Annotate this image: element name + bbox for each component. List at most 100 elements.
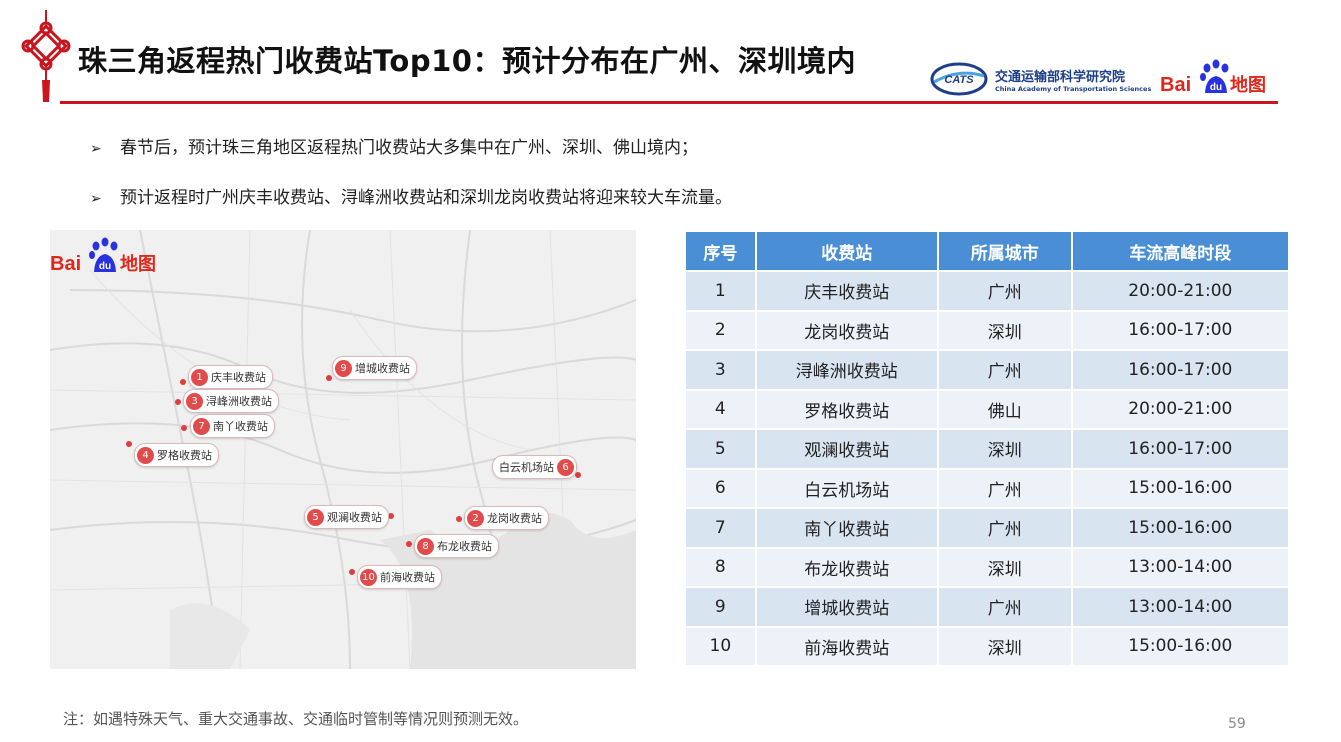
table-row: 10 前海收费站 深圳 15:00-16:00: [684, 625, 1291, 667]
marker-label: 观澜收费站: [327, 511, 382, 524]
station-dot: [575, 472, 581, 478]
cell-station: 罗格收费站: [754, 388, 939, 430]
cell-peak-time: 16:00-17:00: [1070, 349, 1291, 391]
cell-rank: 1: [684, 270, 757, 312]
header-city: 所属城市: [936, 230, 1073, 272]
cell-station: 观澜收费站: [754, 428, 939, 470]
cell-station: 前海收费站: [754, 625, 939, 667]
cell-peak-time: 16:00-17:00: [1070, 309, 1291, 351]
table-row: 1 庆丰收费站 广州 20:00-21:00: [684, 270, 1291, 312]
marker-label: 浔峰洲收费站: [206, 395, 272, 408]
station-dot: [175, 399, 181, 405]
svg-text:地图: 地图: [1230, 74, 1266, 96]
cell-city: 广州: [936, 586, 1073, 628]
table-row: 5 观澜收费站 深圳 16:00-17:00: [684, 428, 1291, 470]
marker-number: 8: [417, 537, 434, 555]
map-marker-1[interactable]: 1 庆丰收费站: [188, 365, 273, 389]
table-row: 8 布龙收费站 深圳 13:00-14:00: [684, 546, 1291, 588]
cell-station: 南丫收费站: [754, 507, 939, 549]
cell-rank: 3: [684, 349, 757, 391]
cell-rank: 8: [684, 546, 757, 588]
marker-number: 9: [335, 359, 352, 377]
cell-station: 龙岗收费站: [754, 309, 939, 351]
station-dot: [326, 375, 332, 381]
table-row: 9 增城收费站 广州 13:00-14:00: [684, 586, 1291, 628]
cell-city: 深圳: [936, 546, 1073, 588]
table-header-row: 序号 收费站 所属城市 车流高峰时段: [684, 230, 1291, 272]
marker-label: 罗格收费站: [157, 449, 212, 462]
marker-number: 4: [137, 446, 154, 464]
cell-rank: 7: [684, 507, 757, 549]
station-dot: [456, 516, 462, 522]
bullet-item: ➢ 预计返程时广州庆丰收费站、浔峰洲收费站和深圳龙岗收费站将迎来较大车流量。: [90, 188, 732, 208]
cell-city: 广州: [936, 467, 1073, 509]
cell-city: 深圳: [936, 309, 1073, 351]
map-marker-10[interactable]: 10 前海收费站: [357, 565, 442, 589]
station-dot: [181, 425, 187, 431]
cell-station: 浔峰洲收费站: [754, 349, 939, 391]
svg-text:Bai: Bai: [50, 253, 81, 275]
cell-city: 广州: [936, 270, 1073, 312]
cats-logo-icon: CATS: [930, 62, 988, 96]
marker-number: 3: [186, 392, 203, 410]
table-row: 2 龙岗收费站 深圳 16:00-17:00: [684, 309, 1291, 351]
svg-text:du: du: [1210, 82, 1222, 93]
marker-label: 增城收费站: [355, 362, 410, 375]
bullet-arrow-icon: ➢: [90, 141, 102, 157]
station-dot: [126, 441, 132, 447]
footnote: 注：如遇特殊天气、重大交通事故、交通临时管制等情况则预测无效。: [63, 710, 529, 728]
baidu-map-logo: Bai du 地图: [1160, 59, 1266, 96]
cell-peak-time: 13:00-14:00: [1070, 586, 1291, 628]
page-number: 59: [1228, 716, 1246, 732]
chinese-knot-icon: [21, 10, 71, 102]
cell-station: 布龙收费站: [754, 546, 939, 588]
cell-peak-time: 20:00-21:00: [1070, 388, 1291, 430]
cell-peak-time: 15:00-16:00: [1070, 625, 1291, 667]
svg-text:du: du: [99, 261, 111, 272]
table-row: 4 罗格收费站 佛山 20:00-21:00: [684, 388, 1291, 430]
header-rank: 序号: [684, 230, 757, 272]
cell-station: 增城收费站: [754, 586, 939, 628]
table-row: 3 浔峰洲收费站 广州 16:00-17:00: [684, 349, 1291, 391]
org-name-en: China Academy of Transportation Sciences: [995, 85, 1152, 93]
cell-city: 广州: [936, 349, 1073, 391]
cell-station: 白云机场站: [754, 467, 939, 509]
header-peak-time: 车流高峰时段: [1070, 230, 1291, 272]
cell-peak-time: 20:00-21:00: [1070, 270, 1291, 312]
cell-city: 广州: [936, 507, 1073, 549]
cell-city: 佛山: [936, 388, 1073, 430]
marker-label: 白云机场站: [499, 461, 554, 474]
marker-number: 5: [307, 508, 324, 526]
map-marker-3[interactable]: 3 浔峰洲收费站: [183, 389, 279, 413]
svg-text:CATS: CATS: [944, 74, 974, 86]
map-marker-6[interactable]: 白云机场站 6: [492, 455, 577, 479]
page-title: 珠三角返程热门收费站Top10：预计分布在广州、深圳境内: [78, 44, 856, 78]
map-marker-2[interactable]: 2 龙岗收费站: [464, 506, 549, 530]
marker-number: 2: [467, 509, 484, 527]
map-marker-9[interactable]: 9 增城收费站: [332, 356, 417, 380]
cell-city: 深圳: [936, 428, 1073, 470]
table-row: 7 南丫收费站 广州 15:00-16:00: [684, 507, 1291, 549]
toll-station-map: Bai du 地图 1 庆丰收费站 3 浔峰洲收费站 7 南丫收费站 4 罗格收费站 9…: [50, 230, 636, 669]
cell-peak-time: 15:00-16:00: [1070, 507, 1291, 549]
cell-rank: 9: [684, 586, 757, 628]
cell-rank: 5: [684, 428, 757, 470]
station-dot: [349, 569, 355, 575]
cell-rank: 4: [684, 388, 757, 430]
marker-label: 龙岗收费站: [487, 512, 542, 525]
bullet-item: ➢ 春节后，预计珠三角地区返程热门收费站大多集中在广州、深圳、佛山境内；: [90, 138, 698, 158]
station-dot: [180, 379, 186, 385]
map-marker-7[interactable]: 7 南丫收费站: [190, 414, 275, 438]
cell-peak-time: 16:00-17:00: [1070, 428, 1291, 470]
marker-number: 6: [557, 458, 574, 476]
map-marker-5[interactable]: 5 观澜收费站: [304, 505, 389, 529]
marker-label: 前海收费站: [380, 571, 435, 584]
toll-station-table: 序号 收费站 所属城市 车流高峰时段 1 庆丰收费站 广州 20:00-21:0…: [684, 230, 1291, 667]
map-marker-4[interactable]: 4 罗格收费站: [134, 443, 219, 467]
title-divider: [60, 101, 1278, 104]
cell-peak-time: 13:00-14:00: [1070, 546, 1291, 588]
map-marker-8[interactable]: 8 布龙收费站: [414, 534, 499, 558]
cell-rank: 6: [684, 467, 757, 509]
cell-city: 深圳: [936, 625, 1073, 667]
station-dot: [406, 541, 412, 547]
